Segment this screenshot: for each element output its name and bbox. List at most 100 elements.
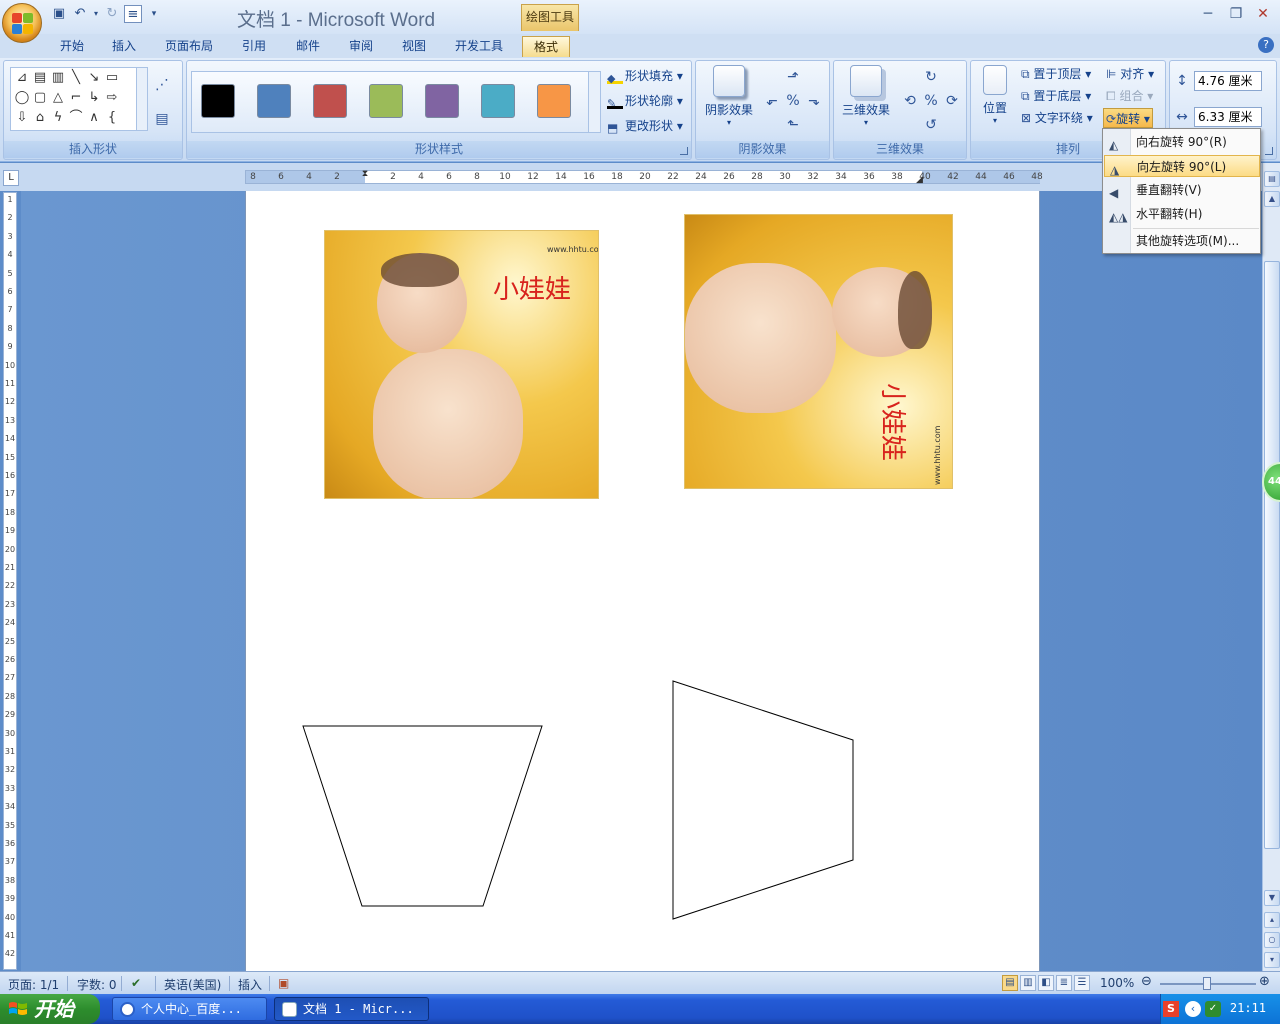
start-button[interactable]: 开始 <box>0 994 100 1024</box>
arrow-line-icon[interactable]: ↘ <box>86 71 102 85</box>
zoom-level[interactable]: 100% <box>1100 976 1134 990</box>
close-button[interactable]: ✕ <box>1253 6 1273 24</box>
right-indent-marker-icon[interactable]: ◢ <box>916 175 926 185</box>
shadow-left-icon[interactable]: ⬐ <box>764 93 780 109</box>
style-swatch-orange[interactable] <box>537 84 571 118</box>
scroll-up-button[interactable]: ▲ <box>1264 191 1280 207</box>
arc-icon[interactable]: ∧ <box>86 111 102 125</box>
shape-fill-button[interactable]: ◆ 形状填充 ▾ <box>607 67 683 85</box>
undo-dropdown-icon[interactable]: ▾ <box>92 5 100 23</box>
shapes-gallery[interactable]: ⊿ ▤ ▥ ╲ ↘ ▭ ◯ ▢ △ ⌐ ↳ ⇨ ⇩ ⌂ ϟ ⌒ ∧ { <box>10 67 148 131</box>
shape-height-input[interactable]: 4.76 厘米 <box>1194 71 1262 91</box>
style-swatch-red[interactable] <box>313 84 347 118</box>
size-dialog-launcher[interactable] <box>1265 147 1273 155</box>
rotated-trapezoid-shape[interactable] <box>672 680 854 920</box>
right-arrow-icon[interactable]: ⇨ <box>104 91 120 105</box>
tilt-left-icon[interactable]: ⟲ <box>902 93 918 109</box>
shape-width-input[interactable]: 6.33 厘米 <box>1194 107 1262 127</box>
taskbar-item-browser[interactable]: 个人中心_百度... <box>112 997 267 1021</box>
menu-rotate-left[interactable]: ◮ 向左旋转 90°(L) <box>1104 155 1260 177</box>
tab-page-layout[interactable]: 页面布局 <box>165 36 213 57</box>
zoom-in-icon[interactable]: ⊕ <box>1259 974 1270 989</box>
oval-icon[interactable]: ◯ <box>14 91 30 105</box>
elbow-arrow-icon[interactable]: ↳ <box>86 91 102 105</box>
insert-mode-indicator[interactable]: 插入 <box>238 976 262 993</box>
taskbar-item-word[interactable]: 文档 1 - Micr... <box>274 997 429 1021</box>
word-count[interactable]: 字数: 0 <box>77 976 117 993</box>
tab-review[interactable]: 审阅 <box>349 36 373 57</box>
shadow-effects-button[interactable]: 阴影效果 ▾ <box>700 65 758 127</box>
language-indicator[interactable]: 英语(美国) <box>164 976 221 993</box>
tab-developer[interactable]: 开发工具 <box>455 36 503 57</box>
freeform-icon[interactable]: ⌂ <box>32 111 48 125</box>
full-screen-reading-button[interactable]: ▥ <box>1020 975 1036 991</box>
horizontal-ruler[interactable]: 8 6 4 2 2 4 6 8 10 12 14 16 18 20 22 24 26 28 30 32 34 36 38 40… <box>245 169 1043 185</box>
document-page[interactable]: 小娃娃 www.hhtu.com 小娃娃 www.hhtu.com <box>245 191 1040 971</box>
align-button[interactable]: ⊫ 对齐 ▾ <box>1106 64 1154 84</box>
tab-insert[interactable]: 插入 <box>112 36 136 57</box>
edit-shape-icon[interactable]: ⋰ <box>154 77 170 93</box>
text-box-icon[interactable]: ⊿ <box>14 71 30 85</box>
draft-view-button[interactable]: ☰ <box>1074 975 1090 991</box>
vertical-text-box-icon[interactable]: ▥ <box>50 71 66 85</box>
3d-toggle-icon[interactable]: % <box>923 93 939 109</box>
tilt-down-icon[interactable]: ↺ <box>923 117 939 133</box>
minimize-button[interactable]: ─ <box>1198 6 1218 24</box>
style-gallery-scroll[interactable] <box>588 72 600 132</box>
macro-record-icon[interactable]: ▣ <box>278 976 289 990</box>
ime-icon[interactable]: S <box>1163 1001 1179 1017</box>
style-swatch-green[interactable] <box>369 84 403 118</box>
vertical-ruler[interactable]: 1 2 3 4 5 6 7 8 9 10 11 12 13 14 15 16 17 18 19 20 21 22 23 24 2… <box>3 192 17 970</box>
tab-mailings[interactable]: 邮件 <box>296 36 320 57</box>
curve-icon[interactable]: ⌒ <box>68 111 84 125</box>
tab-home[interactable]: 开始 <box>60 36 84 57</box>
previous-page-button[interactable]: ▴ <box>1264 912 1280 928</box>
shadow-right-icon[interactable]: ⬎ <box>806 93 822 109</box>
shadow-up-icon[interactable]: ⬏ <box>785 69 801 85</box>
style-swatch-purple[interactable] <box>425 84 459 118</box>
tab-view[interactable]: 视图 <box>402 36 426 57</box>
down-arrow-icon[interactable]: ⇩ <box>14 111 30 125</box>
group-button[interactable]: ⧠ 组合 ▾ <box>1106 86 1153 106</box>
tab-selector[interactable]: L <box>3 170 19 186</box>
style-swatch-blue[interactable] <box>257 84 291 118</box>
menu-rotate-right[interactable]: ◭ 向右旋转 90°(R) <box>1104 131 1260 153</box>
restore-button[interactable]: ❐ <box>1226 6 1246 24</box>
trapezoid-shape[interactable] <box>302 725 543 907</box>
print-layout-view-button[interactable]: ▤ <box>1002 975 1018 991</box>
position-button[interactable]: 位置 ▾ <box>977 65 1013 125</box>
web-layout-button[interactable]: ◧ <box>1038 975 1054 991</box>
security-shield-icon[interactable]: ✓ <box>1205 1001 1221 1017</box>
indent-marker-icon[interactable]: ⧗ <box>360 169 370 179</box>
shapes-gallery-scroll[interactable] <box>136 68 147 130</box>
customize-icon[interactable]: ≡ <box>124 5 142 23</box>
save-icon[interactable]: ▣ <box>50 5 68 23</box>
select-browse-object-button[interactable]: ○ <box>1264 932 1280 948</box>
send-to-back-button[interactable]: ⧉ 置于底层 ▾ <box>1021 86 1091 106</box>
proofing-icon[interactable]: ✔ <box>131 976 141 990</box>
shadow-toggle-icon[interactable]: % <box>785 93 801 109</box>
line-icon[interactable]: ╲ <box>68 71 84 85</box>
vertical-scrollbar[interactable]: ▤ ▲ ▼ ▴ ○ ▾ <box>1262 163 1280 971</box>
shape-outline-button[interactable]: ✎ 形状轮廓 ▾ <box>607 92 683 110</box>
lightning-icon[interactable]: ϟ <box>50 111 66 125</box>
tilt-right-icon[interactable]: ⟳ <box>944 93 960 109</box>
menu-flip-vertical[interactable]: ◀ 垂直翻转(V) <box>1104 179 1260 201</box>
brace-icon[interactable]: { <box>104 111 120 125</box>
help-icon[interactable]: ? <box>1258 37 1274 53</box>
outline-view-button[interactable]: ≣ <box>1056 975 1072 991</box>
redo-icon[interactable]: ↻ <box>103 5 121 23</box>
office-button[interactable] <box>2 3 42 43</box>
rotate-button[interactable]: ⟳旋转 ▾ <box>1103 108 1153 128</box>
view-ruler-icon[interactable]: ▤ <box>1264 171 1280 187</box>
rectangle-icon[interactable]: ▭ <box>104 71 120 85</box>
clock[interactable]: 21:11 <box>1230 1001 1266 1015</box>
scroll-down-button[interactable]: ▼ <box>1264 890 1280 906</box>
rounded-rect-icon[interactable]: ▢ <box>32 91 48 105</box>
zoom-slider-thumb[interactable] <box>1203 977 1211 990</box>
shadow-down-icon[interactable]: ⬑ <box>785 117 801 133</box>
qat-more-icon[interactable]: ▾ <box>145 5 163 23</box>
elbow-connector-icon[interactable]: ⌐ <box>68 91 84 105</box>
scroll-thumb[interactable] <box>1264 261 1280 849</box>
shape-style-gallery[interactable] <box>191 71 601 133</box>
